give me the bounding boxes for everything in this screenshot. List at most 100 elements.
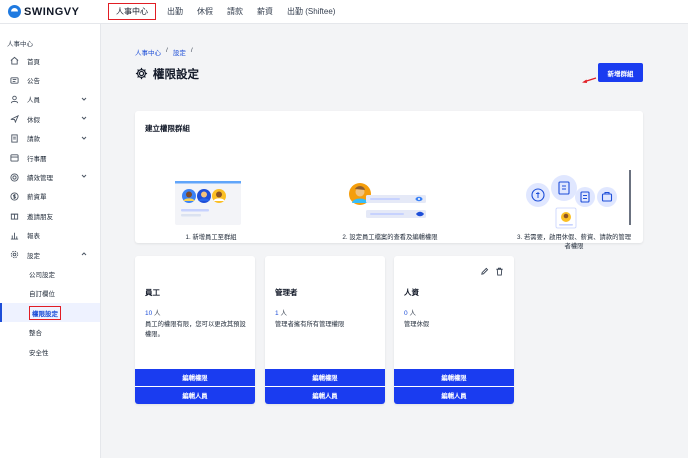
sidebar-item-label: 整合 <box>29 330 42 338</box>
group-count-unit: 人 <box>154 310 161 317</box>
chevron-up-icon <box>80 250 88 258</box>
edit-permissions-button[interactable]: 編輯權限 <box>265 369 385 386</box>
sidebar-item-label: 人員 <box>27 97 40 105</box>
group-description: 管理者擁有所有管理權限 <box>275 321 345 328</box>
main-content: 人事中心 / 設定 / 權限設定 新增群組 建立權限群組 1. 新增員工至群組 <box>101 24 688 458</box>
topnav-hr-center[interactable]: 人事中心 <box>108 3 156 20</box>
step-2-label: 2. 設定員工檔案的查看及編輯權限 <box>342 234 438 241</box>
sidebar-subitem-permissions[interactable]: 權限設定 <box>0 303 100 323</box>
topnav-attendance[interactable]: 出勤 <box>160 0 190 23</box>
sidebar-item-label: 休假 <box>27 116 40 124</box>
topnav-expense[interactable]: 請款 <box>220 0 250 23</box>
sidebar-item-label: 自訂欄位 <box>29 291 55 299</box>
receipt-icon <box>9 133 19 143</box>
topnav-payroll[interactable]: 薪資 <box>250 0 280 23</box>
edit-members-button[interactable]: 編輯人員 <box>394 387 514 404</box>
sidebar-subitem-security[interactable]: 安全性 <box>0 342 100 361</box>
sidebar-item-label: 薪資單 <box>27 194 47 202</box>
add-group-button[interactable]: 新增群組 <box>598 63 643 82</box>
sidebar-subitem-custom-fields[interactable]: 自訂欄位 <box>0 284 100 303</box>
page-title: 權限設定 <box>153 69 199 81</box>
brand-name: SWINGVY <box>24 5 80 18</box>
sidebar-item-people[interactable]: 人員 <box>0 90 100 109</box>
edit-permissions-button[interactable]: 編輯權限 <box>135 369 255 386</box>
breadcrumb-hr-center[interactable]: 人事中心 <box>135 47 161 57</box>
breadcrumb-separator: / <box>190 47 193 54</box>
breadcrumb: 人事中心 / 設定 / <box>135 47 193 57</box>
carousel-scrollbar[interactable] <box>629 170 631 225</box>
group-member-count[interactable]: 0 人 <box>404 307 416 317</box>
group-member-count[interactable]: 1 人 <box>275 307 287 317</box>
calendar-icon <box>9 153 19 163</box>
build-permission-group-card: 建立權限群組 1. 新增員工至群組 2. 設定員工檔案的查看及編輯權限 3. 若… <box>135 111 643 250</box>
topnav-leave[interactable]: 休假 <box>190 0 220 23</box>
manager-permissions-illustration-icon <box>526 175 617 229</box>
sidebar-item-performance[interactable]: 績效管理 <box>0 167 100 186</box>
group-description: 員工的權限有限，您可以更改其預設權限。 <box>145 321 246 339</box>
megaphone-icon <box>9 75 19 85</box>
user-icon <box>9 94 19 104</box>
group-count-value: 10 <box>145 310 153 317</box>
chevron-down-icon <box>80 134 88 142</box>
gift-icon <box>9 211 19 221</box>
sidebar-item-announcements[interactable]: 公告 <box>0 70 100 89</box>
sidebar-item-settings[interactable]: 設定 <box>0 245 100 264</box>
sidebar-item-label: 行事曆 <box>27 155 47 163</box>
sidebar-item-invite[interactable]: 邀請朋友 <box>0 206 100 225</box>
edit-members-button[interactable]: 編輯人員 <box>135 387 255 404</box>
group-card-manager: 管理者 1 人 管理者擁有所有管理權限 編輯權限 編輯人員 <box>265 256 385 404</box>
profile-permissions-illustration-icon <box>349 183 426 218</box>
breadcrumb-separator: / <box>166 47 168 54</box>
edit-members-button[interactable]: 編輯人員 <box>265 387 385 404</box>
sidebar-item-label: 績效管理 <box>27 175 53 183</box>
group-count-value: 1 <box>275 310 279 317</box>
group-name: 員工 <box>145 288 160 297</box>
chevron-down-icon <box>80 172 88 180</box>
chart-icon <box>9 230 19 240</box>
airplane-icon <box>9 114 19 124</box>
sidebar-item-label: 首頁 <box>27 58 40 66</box>
step-3-label-line-1: 3. 若需要，啟用休假、薪資、請款的管理 <box>516 234 632 241</box>
logo-icon <box>8 5 21 18</box>
page-title-row: 權限設定 <box>135 66 199 82</box>
group-count-value: 0 <box>404 310 408 317</box>
group-count-unit: 人 <box>280 310 287 317</box>
sidebar-item-label: 公告 <box>27 78 40 86</box>
sidebar-subitem-company-settings[interactable]: 公司設定 <box>0 264 100 283</box>
sidebar-item-label: 安全性 <box>29 349 49 357</box>
sidebar-item-label: 權限設定 <box>29 305 61 320</box>
step-1-label: 1. 新增員工至群組 <box>185 234 237 241</box>
group-card-tools <box>480 267 504 278</box>
sidebar-item-label: 公司設定 <box>29 271 55 279</box>
group-description: 管理休假 <box>404 321 430 328</box>
chevron-down-icon <box>80 95 88 103</box>
gear-icon <box>135 67 148 82</box>
sidebar-header: 人事中心 <box>7 41 33 48</box>
sidebar-item-home[interactable]: 首頁 <box>0 51 100 70</box>
group-card-employee: 員工 10 人 員工的權限有限，您可以更改其預設權限。 編輯權限 編輯人員 <box>135 256 255 404</box>
home-icon <box>9 56 19 66</box>
breadcrumb-settings[interactable]: 設定 <box>173 47 186 57</box>
sidebar-item-expense[interactable]: 請款 <box>0 129 100 148</box>
topnav-shiftee[interactable]: 出勤 (Shiftee) <box>280 0 342 23</box>
edit-permissions-button[interactable]: 編輯權限 <box>394 369 514 386</box>
trash-icon[interactable] <box>495 267 504 278</box>
sidebar-item-calendar[interactable]: 行事曆 <box>0 148 100 167</box>
group-name: 人資 <box>404 288 419 297</box>
group-name: 管理者 <box>275 288 298 297</box>
sidebar-item-payslip[interactable]: 薪資單 <box>0 187 100 206</box>
sidebar-item-label: 邀請朋友 <box>27 213 53 221</box>
annotation-arrow-icon <box>582 77 597 83</box>
sidebar-item-leave[interactable]: 休假 <box>0 109 100 128</box>
sidebar-item-reports[interactable]: 報表 <box>0 226 100 245</box>
sidebar: 人事中心 首頁 公告 人員 休假 請款 行事曆 績效管理 薪資單 邀請朋友 報表… <box>0 24 101 458</box>
sidebar-subitem-integrations[interactable]: 整合 <box>0 322 100 341</box>
group-member-count[interactable]: 10 人 <box>145 307 161 317</box>
top-bar: SWINGVY 人事中心 出勤 休假 請款 薪資 出勤 (Shiftee) <box>0 0 688 24</box>
pencil-icon[interactable] <box>480 267 489 278</box>
step-3-label-line-2: 者權限 <box>564 242 584 250</box>
brand-logo[interactable]: SWINGVY <box>0 5 108 18</box>
dollar-icon <box>9 191 19 201</box>
build-card-title: 建立權限群組 <box>145 124 190 133</box>
gear-icon <box>9 250 19 260</box>
